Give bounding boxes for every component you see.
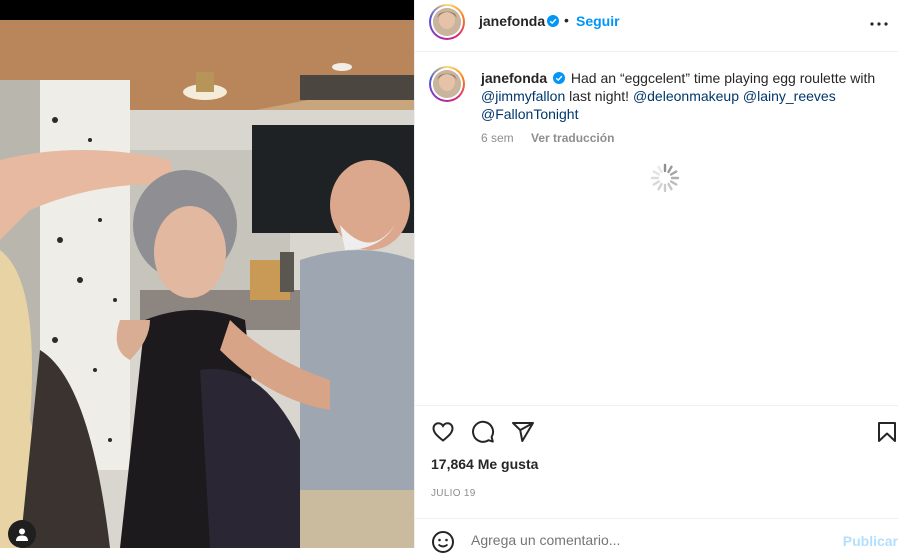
user-tag-icon bbox=[16, 528, 28, 541]
loading-spinner-icon bbox=[650, 163, 680, 193]
comment-input[interactable] bbox=[471, 532, 801, 548]
comment-icon[interactable] bbox=[471, 420, 495, 444]
verified-badge-icon bbox=[547, 15, 559, 27]
like-count[interactable]: 17,864 Me gusta bbox=[431, 456, 538, 472]
verified-badge-icon bbox=[553, 72, 566, 84]
avatar[interactable] bbox=[429, 4, 465, 40]
caption-avatar[interactable] bbox=[429, 66, 465, 102]
post-caption: janefonda Had an “eggcelent” time playin… bbox=[481, 69, 881, 123]
time-ago[interactable]: 6 sem bbox=[481, 131, 514, 145]
follow-button[interactable]: Seguir bbox=[576, 13, 620, 29]
emoji-icon[interactable] bbox=[431, 530, 455, 554]
share-icon[interactable] bbox=[511, 420, 535, 444]
post-author-username[interactable]: janefonda bbox=[479, 13, 545, 29]
caption-text-2: last night! bbox=[565, 88, 633, 104]
heart-icon[interactable] bbox=[431, 420, 455, 444]
mention-link[interactable]: @lainy_reeves bbox=[743, 88, 836, 104]
more-options-icon[interactable] bbox=[867, 12, 891, 36]
mention-link[interactable]: @jimmyfallon bbox=[481, 88, 565, 104]
mention-link[interactable]: @FallonTonight bbox=[481, 106, 579, 122]
publish-button[interactable]: Publicar bbox=[843, 533, 898, 549]
media-top-strip bbox=[0, 0, 414, 20]
post-side-panel: janefonda • Seguir janefonda Had an “egg… bbox=[414, 0, 898, 553]
post-photo[interactable] bbox=[0, 20, 414, 548]
post-date[interactable]: JULIO 19 bbox=[431, 488, 476, 499]
caption-text-1: Had an “eggcelent” time playing egg roul… bbox=[570, 70, 876, 86]
user-tag-button[interactable] bbox=[8, 520, 36, 548]
caption-meta: 6 sem Ver traducción bbox=[481, 131, 614, 145]
translate-link[interactable]: Ver traducción bbox=[531, 131, 614, 145]
separator-dot: • bbox=[564, 12, 569, 28]
post-header: janefonda • Seguir bbox=[415, 0, 898, 52]
bookmark-icon[interactable] bbox=[875, 420, 898, 444]
caption-username[interactable]: janefonda bbox=[481, 70, 547, 86]
mention-link[interactable]: @deleonmakeup bbox=[633, 88, 739, 104]
